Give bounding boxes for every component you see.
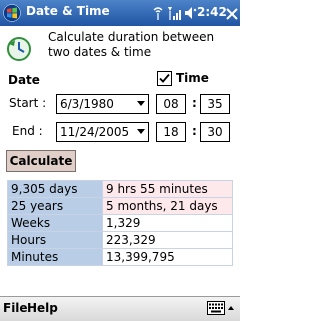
result-label: Weeks <box>7 214 103 232</box>
chevron-down-icon <box>137 129 145 134</box>
volume-icon <box>185 7 197 19</box>
app-description: Calculate duration between two dates & t… <box>48 30 215 59</box>
result-value: 5 months, 21 days <box>102 197 233 215</box>
time-separator: : <box>192 96 197 110</box>
table-row: 9,305 days 9 hrs 55 minutes <box>7 180 233 198</box>
time-separator: : <box>192 124 197 138</box>
date-label: Date <box>8 73 40 87</box>
result-label: 25 years <box>7 197 103 215</box>
start-minute-field[interactable]: 35 <box>200 94 230 114</box>
start-hour-field[interactable]: 08 <box>156 94 186 114</box>
result-label: Minutes <box>7 248 103 266</box>
result-label: Hours <box>7 231 103 249</box>
calculate-button[interactable]: Calculate <box>6 150 76 172</box>
start-label: Start : <box>9 96 47 110</box>
menu-bar: File Help <box>0 296 240 321</box>
result-value: 1,329 <box>102 214 233 232</box>
result-value: 13,399,795 <box>102 248 233 266</box>
end-minute-field[interactable]: 30 <box>200 122 230 142</box>
table-row: Minutes 13,399,795 <box>7 248 233 266</box>
status-icons[interactable] <box>152 3 200 23</box>
date-calculator-icon <box>7 37 31 61</box>
close-icon <box>226 8 238 20</box>
chevron-down-icon <box>137 101 145 106</box>
end-hour-field[interactable]: 18 <box>156 122 186 142</box>
title-bar: Date & Time 2:42 <box>0 0 240 26</box>
start-date-value: 6/3/1980 <box>60 97 114 111</box>
time-label: Time <box>176 71 209 85</box>
ok-button[interactable] <box>225 5 239 21</box>
results-table: 9,305 days 9 hrs 55 minutes 25 years 5 m… <box>7 180 233 266</box>
chevron-up-icon[interactable] <box>228 306 234 310</box>
clock[interactable]: 2:42 <box>197 5 227 19</box>
window-title: Date & Time <box>26 4 110 18</box>
help-menu[interactable]: Help <box>27 301 58 315</box>
result-label: 9,305 days <box>7 180 103 198</box>
keyboard-icon[interactable] <box>207 301 225 315</box>
table-row: 25 years 5 months, 21 days <box>7 197 233 215</box>
end-label: End : <box>12 124 43 138</box>
start-date-picker[interactable]: 6/3/1980 <box>56 94 149 114</box>
connectivity-icon <box>153 7 163 20</box>
start-menu-icon[interactable] <box>3 4 21 22</box>
table-row: Hours 223,329 <box>7 231 233 249</box>
result-value: 9 hrs 55 minutes <box>102 180 233 198</box>
end-date-value: 11/24/2005 <box>60 125 130 139</box>
checkmark-icon <box>159 73 170 83</box>
file-menu[interactable]: File <box>3 301 28 315</box>
time-checkbox[interactable] <box>157 71 172 86</box>
signal-icon <box>168 7 181 20</box>
end-date-picker[interactable]: 11/24/2005 <box>56 122 149 142</box>
result-value: 223,329 <box>102 231 233 249</box>
table-row: Weeks 1,329 <box>7 214 233 232</box>
